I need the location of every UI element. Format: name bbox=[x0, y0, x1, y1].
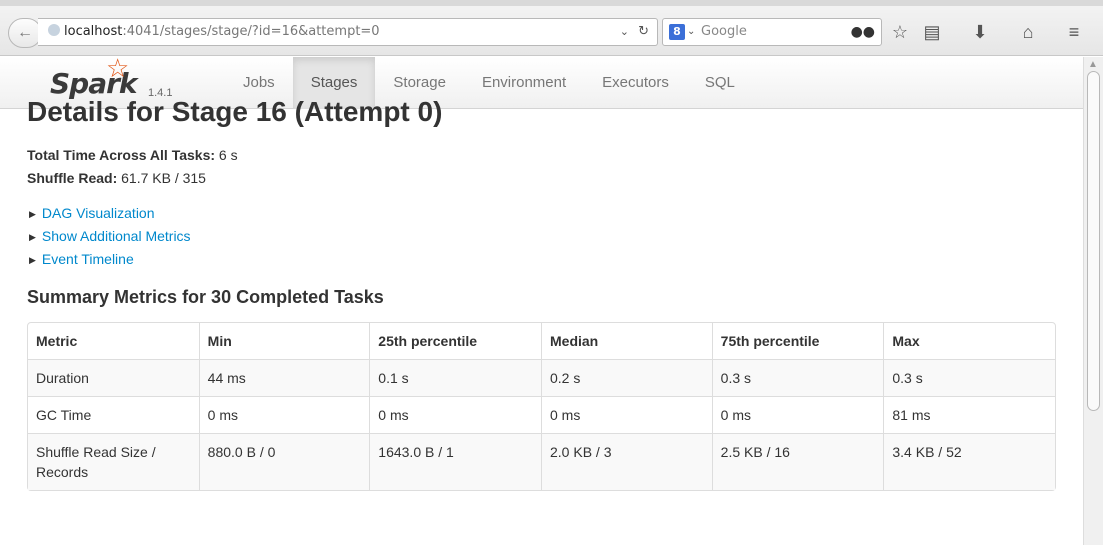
back-button[interactable]: ← bbox=[8, 18, 42, 48]
summary-metrics-table: Metric Min 25th percentile Median 75th p… bbox=[27, 322, 1056, 491]
search-placeholder: Google bbox=[701, 24, 747, 39]
table-cell: Duration bbox=[28, 359, 199, 396]
page-viewport: Spark ☆ 1.4.1 Jobs Stages Storage Enviro… bbox=[0, 57, 1103, 545]
table-cell: 1643.0 B / 1 bbox=[369, 433, 541, 490]
triangle-right-icon: ▶ bbox=[29, 232, 36, 242]
column-header[interactable]: 25th percentile bbox=[369, 323, 541, 359]
star-icon[interactable]: ☆ bbox=[888, 20, 912, 44]
url-path: :4041/stages/stage/?id=16&attempt=0 bbox=[122, 24, 380, 39]
dropdown-caret-icon[interactable]: ⌄ bbox=[620, 19, 629, 45]
spark-star-icon: ☆ bbox=[106, 57, 130, 83]
column-header[interactable]: Median bbox=[541, 323, 712, 359]
table-cell: 0 ms bbox=[711, 396, 884, 433]
show-additional-metrics-label: Show Additional Metrics bbox=[41, 228, 191, 244]
event-timeline-label: Event Timeline bbox=[41, 251, 134, 267]
tab-sql[interactable]: SQL bbox=[687, 57, 753, 109]
menu-icon[interactable]: ≡ bbox=[1062, 20, 1086, 44]
scroll-up-icon[interactable]: ▲ bbox=[1088, 59, 1098, 70]
download-icon[interactable]: ⬇ bbox=[968, 20, 992, 44]
column-header[interactable]: Min bbox=[198, 323, 370, 359]
summary-title: Summary Metrics for 30 Completed Tasks bbox=[27, 287, 384, 307]
address-bar[interactable]: localhost:4041/stages/stage/?id=16&attem… bbox=[38, 18, 658, 46]
tab-environment[interactable]: Environment bbox=[464, 57, 584, 109]
table-cell: 0.3 s bbox=[711, 359, 884, 396]
vertical-scrollbar[interactable]: ▲ bbox=[1083, 57, 1103, 545]
triangle-right-icon: ▶ bbox=[29, 255, 36, 265]
reload-icon[interactable]: ↻ bbox=[638, 19, 649, 45]
column-header[interactable]: Metric bbox=[28, 323, 199, 359]
table-cell: 0.1 s bbox=[369, 359, 541, 396]
show-additional-metrics-toggle[interactable]: ▶ Show Additional Metrics bbox=[29, 228, 191, 244]
column-header[interactable]: Max bbox=[883, 323, 1055, 359]
table-cell: 880.0 B / 0 bbox=[198, 433, 370, 490]
table-cell: 2.5 KB / 16 bbox=[711, 433, 884, 490]
shuffle-read-value: 61.7 KB / 315 bbox=[117, 170, 206, 186]
back-arrow-icon: ← bbox=[17, 24, 33, 41]
total-time-label: Total Time Across All Tasks: bbox=[27, 147, 216, 163]
tab-executors[interactable]: Executors bbox=[584, 57, 687, 109]
table-cell: 0.3 s bbox=[883, 359, 1055, 396]
table-cell: Shuffle Read Size / Records bbox=[28, 433, 199, 490]
total-time: Total Time Across All Tasks: 6 s bbox=[27, 147, 238, 163]
shuffle-read-label: Shuffle Read: bbox=[27, 170, 118, 186]
triangle-right-icon: ▶ bbox=[29, 209, 36, 219]
dag-visualization-label: DAG Visualization bbox=[41, 205, 155, 221]
reading-list-icon[interactable]: ▤ bbox=[920, 20, 944, 44]
shuffle-read: Shuffle Read: 61.7 KB / 315 bbox=[27, 170, 206, 186]
browser-toolbar: ← localhost:4041/stages/stage/?id=16&att… bbox=[0, 0, 1103, 56]
table-row: Duration 44 ms 0.1 s 0.2 s 0.3 s 0.3 s bbox=[28, 359, 1055, 396]
table-cell: 0 ms bbox=[198, 396, 370, 433]
column-header[interactable]: 75th percentile bbox=[711, 323, 884, 359]
google-icon[interactable]: 8 bbox=[669, 24, 685, 40]
table-cell: 81 ms bbox=[883, 396, 1055, 433]
table-cell: 0 ms bbox=[541, 396, 712, 433]
scroll-thumb[interactable] bbox=[1087, 71, 1100, 411]
table-header-row: Metric Min 25th percentile Median 75th p… bbox=[28, 323, 1055, 359]
event-timeline-toggle[interactable]: ▶ Event Timeline bbox=[29, 251, 134, 267]
table-cell: 2.0 KB / 3 bbox=[541, 433, 712, 490]
url-host: localhost bbox=[64, 24, 123, 39]
binoculars-icon[interactable]: ●● bbox=[851, 19, 875, 45]
table-cell: GC Time bbox=[28, 396, 199, 433]
table-row: Shuffle Read Size / Records 880.0 B / 0 … bbox=[28, 433, 1055, 490]
page-title: Details for Stage 16 (Attempt 0) bbox=[27, 96, 443, 127]
table-cell: 0 ms bbox=[369, 396, 541, 433]
table-row: GC Time 0 ms 0 ms 0 ms 0 ms 81 ms bbox=[28, 396, 1055, 433]
table-cell: 3.4 KB / 52 bbox=[883, 433, 1055, 490]
tab-strip bbox=[0, 0, 1103, 6]
table-cell: 0.2 s bbox=[541, 359, 712, 396]
search-engine-caret-icon[interactable]: ⌄ bbox=[687, 19, 695, 45]
globe-icon bbox=[48, 24, 60, 36]
home-icon[interactable]: ⌂ bbox=[1016, 20, 1040, 44]
total-time-value: 6 s bbox=[215, 147, 238, 163]
dag-visualization-toggle[interactable]: ▶ DAG Visualization bbox=[29, 205, 155, 221]
search-bar[interactable]: 8 ⌄ Google ●● bbox=[662, 18, 882, 46]
table-cell: 44 ms bbox=[198, 359, 370, 396]
